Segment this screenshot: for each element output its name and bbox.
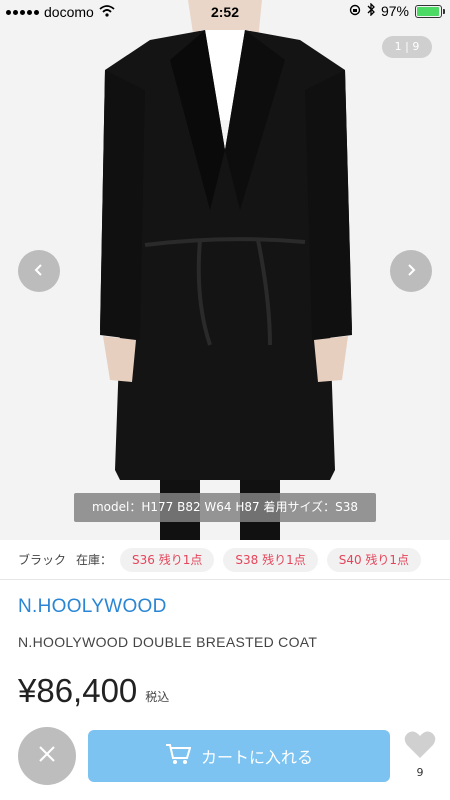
orientation-lock-icon bbox=[349, 3, 361, 19]
like-button[interactable]: 9 bbox=[400, 730, 440, 785]
battery-icon bbox=[415, 4, 445, 18]
tax-note: 税込 bbox=[145, 690, 170, 704]
chevron-right-icon bbox=[404, 262, 418, 281]
previous-image-button[interactable] bbox=[18, 250, 60, 292]
product-title: N.HOOLYWOOD DOUBLE BREASTED COAT bbox=[18, 634, 318, 650]
variant-row: ブラック 在庫： S36 残り1点 S38 残り1点 S40 残り1点 bbox=[0, 540, 450, 580]
image-page-counter: 1 | 9 bbox=[382, 36, 432, 58]
size-chip-s36[interactable]: S36 残り1点 bbox=[120, 547, 215, 572]
product-photo bbox=[0, 0, 450, 540]
add-to-cart-label: カートに入れる bbox=[200, 748, 313, 767]
status-right: 97% bbox=[349, 2, 445, 19]
add-to-cart-button[interactable]: カートに入れる bbox=[88, 730, 390, 782]
cart-icon bbox=[165, 743, 192, 769]
bluetooth-icon bbox=[367, 2, 375, 19]
heart-icon bbox=[403, 731, 437, 764]
stock-label: 在庫： bbox=[76, 553, 113, 567]
brand-link[interactable]: N.HOOLYWOOD bbox=[18, 596, 167, 618]
price-row: ¥86,400 税込 bbox=[18, 672, 169, 710]
close-icon bbox=[37, 744, 57, 768]
status-bar: docomo 2:52 97% bbox=[0, 0, 450, 24]
color-label: ブラック bbox=[18, 553, 67, 567]
size-chip-s38[interactable]: S38 残り1点 bbox=[223, 547, 318, 572]
battery-percent: 97% bbox=[380, 3, 409, 19]
next-image-button[interactable] bbox=[390, 250, 432, 292]
product-image-gallery[interactable]: 1 | 9 model：H177 B82 W64 H87 着用サイズ：S38 bbox=[0, 0, 450, 540]
chevron-left-icon bbox=[32, 262, 46, 281]
like-count: 9 bbox=[416, 766, 424, 779]
model-size-caption: model：H177 B82 W64 H87 着用サイズ：S38 bbox=[74, 493, 376, 522]
price: ¥86,400 bbox=[18, 672, 138, 709]
close-button[interactable] bbox=[18, 727, 76, 785]
size-chip-s40[interactable]: S40 残り1点 bbox=[326, 547, 422, 572]
